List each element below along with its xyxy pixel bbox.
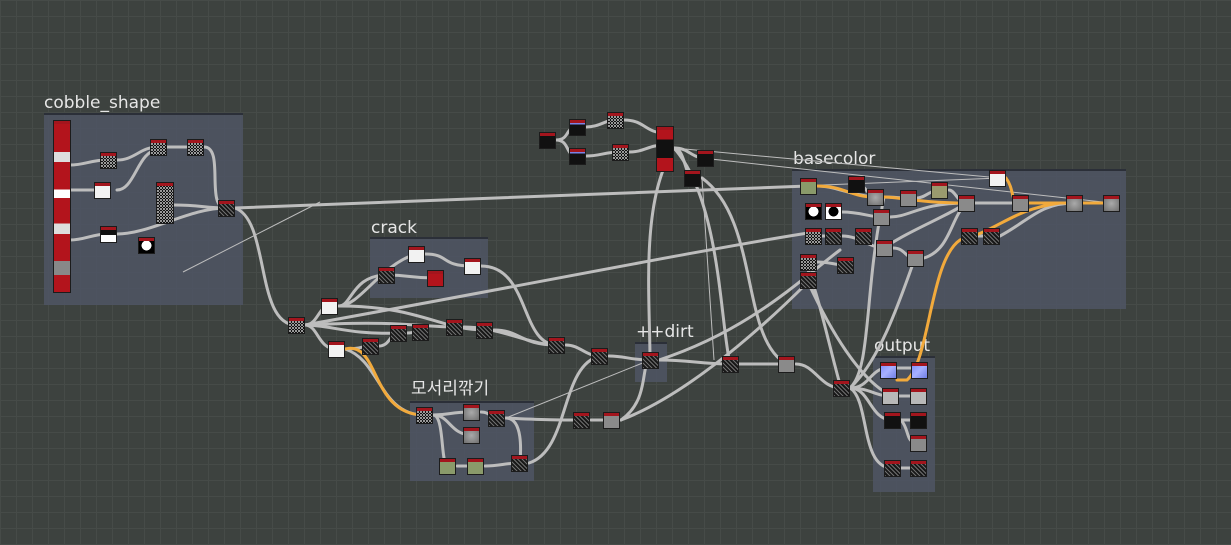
node-base-10[interactable] [1103, 195, 1120, 212]
node-corner-2[interactable] [463, 404, 480, 421]
node-base-21[interactable] [800, 254, 817, 271]
frame-title-corner: 모서리깎기 [411, 379, 490, 399]
node-main-blend-3[interactable] [722, 356, 739, 373]
node-main-noise-5[interactable] [476, 322, 493, 339]
node-corner-7[interactable] [511, 455, 528, 472]
node-cobble-noise-2[interactable] [150, 139, 167, 156]
node-top-7[interactable] [697, 150, 714, 167]
node-corner-1[interactable] [416, 407, 433, 424]
node-output-gray-1[interactable] [882, 388, 899, 405]
node-output-noise-2[interactable] [910, 460, 927, 477]
node-main-noise-2[interactable] [390, 325, 407, 342]
node-corner-8[interactable] [573, 412, 590, 429]
node-base-20[interactable] [983, 228, 1000, 245]
node-base-11[interactable] [805, 203, 822, 220]
node-cobble-shape-1[interactable] [94, 182, 111, 199]
node-base-9[interactable] [1066, 195, 1083, 212]
node-top-6[interactable] [656, 126, 674, 172]
node-cobble-shape-2[interactable] [100, 226, 117, 243]
node-top-5[interactable] [612, 144, 629, 161]
node-corner-5[interactable] [439, 458, 456, 475]
frame-basecolor[interactable] [792, 169, 1126, 309]
node-base-13[interactable] [873, 209, 890, 226]
node-corner-3[interactable] [463, 427, 480, 444]
node-main-blend-1[interactable] [548, 337, 565, 354]
node-top-1[interactable] [539, 132, 556, 149]
node-base-22[interactable] [837, 257, 854, 274]
node-main-source[interactable] [288, 317, 305, 334]
node-corner-4[interactable] [488, 410, 505, 427]
node-base-3[interactable] [867, 189, 884, 206]
node-output-normal-2[interactable] [911, 362, 928, 379]
node-main-blend-5[interactable] [833, 380, 850, 397]
node-shape-column[interactable] [53, 120, 71, 293]
node-output-normal-1[interactable] [880, 362, 897, 379]
node-cobble-circle[interactable] [138, 237, 155, 254]
node-crack-1[interactable] [408, 246, 425, 263]
node-main-split-1[interactable] [321, 298, 338, 315]
node-main-blend-2[interactable] [591, 348, 608, 365]
node-base-7[interactable] [958, 195, 975, 212]
node-cobble-tile[interactable] [156, 182, 174, 224]
node-output-gray-2[interactable] [910, 388, 927, 405]
frame-title-basecolor: basecolor [793, 149, 876, 169]
node-corner-9[interactable] [603, 412, 620, 429]
node-crack-3[interactable] [427, 270, 444, 287]
node-base-6[interactable] [989, 170, 1006, 187]
node-base-16[interactable] [855, 228, 872, 245]
frame-cobble-shape[interactable] [44, 113, 243, 305]
frame-title-cobble-shape: cobble_shape [44, 93, 161, 113]
node-crack-4[interactable] [464, 258, 481, 275]
node-base-18[interactable] [907, 250, 924, 267]
node-base-8[interactable] [1012, 195, 1029, 212]
node-top-2[interactable] [569, 119, 586, 136]
node-base-17[interactable] [876, 240, 893, 257]
node-crack-2[interactable] [378, 267, 395, 284]
node-main-noise-3[interactable] [412, 324, 429, 341]
node-base-12[interactable] [825, 203, 842, 220]
node-main-blend-4[interactable] [778, 356, 795, 373]
node-output-noise-1[interactable] [884, 460, 901, 477]
frame-title-dirt: ++dirt [636, 322, 694, 342]
node-base-14[interactable] [805, 228, 822, 245]
node-base-1[interactable] [800, 178, 817, 195]
node-output-black-2[interactable] [910, 412, 927, 429]
node-base-23[interactable] [800, 272, 817, 289]
node-main-noise-4[interactable] [446, 319, 463, 336]
node-main-split-2[interactable] [328, 341, 345, 358]
node-base-4[interactable] [900, 190, 917, 207]
frame-title-output: output [874, 336, 931, 356]
node-base-19[interactable] [961, 228, 978, 245]
node-graph-canvas[interactable]: cobble_shape crack 모서리깎기 ++dirt basecolo… [0, 0, 1231, 545]
node-cobble-noise-3[interactable] [187, 139, 204, 156]
frame-title-crack: crack [371, 218, 417, 238]
node-dirt[interactable] [642, 352, 659, 369]
node-top-3[interactable] [569, 148, 586, 165]
node-top-8[interactable] [684, 170, 701, 187]
node-corner-6[interactable] [467, 458, 484, 475]
node-cobble-output[interactable] [218, 200, 235, 217]
node-cobble-noise-1[interactable] [100, 152, 117, 169]
node-base-2[interactable] [848, 176, 865, 193]
node-base-15[interactable] [825, 228, 842, 245]
node-base-5[interactable] [931, 182, 948, 199]
node-top-4[interactable] [607, 112, 624, 129]
node-main-noise-1[interactable] [362, 338, 379, 355]
node-output-gray-3[interactable] [910, 435, 927, 452]
node-output-black-1[interactable] [884, 412, 901, 429]
